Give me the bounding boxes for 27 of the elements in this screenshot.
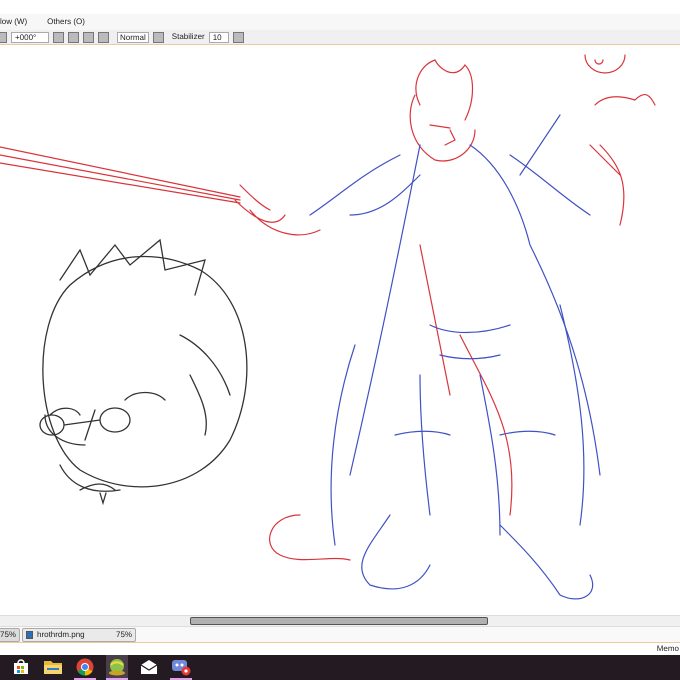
folder-icon <box>44 659 62 674</box>
tab-filename: hrothrdm.png <box>37 628 85 640</box>
stabilizer-field[interactable]: 10 <box>208 32 229 42</box>
stabilizer-button[interactable] <box>232 32 244 42</box>
menu-item[interactable]: Others (O) <box>47 16 85 28</box>
blend-mode-field[interactable]: Normal <box>117 32 149 42</box>
browser-icon <box>76 658 94 676</box>
image-file-icon <box>26 630 34 638</box>
tab-zoom: 75% <box>0 628 16 640</box>
scrollbar-thumb[interactable] <box>190 617 488 625</box>
status-text: Memo <box>656 643 679 655</box>
menu-item[interactable]: low (W) <box>0 16 28 28</box>
taskbar-app-button[interactable] <box>106 655 128 680</box>
shopping-bag-icon <box>13 658 29 674</box>
stabilizer-label: Stabilizer <box>172 31 205 43</box>
document-tab[interactable]: 75% <box>0 628 20 642</box>
horizontal-scrollbar[interactable] <box>0 615 680 627</box>
angle-field[interactable]: +000° <box>11 32 49 42</box>
tab-zoom: 75% <box>116 628 132 640</box>
reset-button[interactable] <box>98 32 109 42</box>
document-tab[interactable]: hrothrdm.png 75% <box>22 628 136 642</box>
rotate-right-button[interactable] <box>83 32 94 42</box>
rotate-left-button[interactable] <box>68 32 79 42</box>
dropdown-button[interactable] <box>53 32 64 42</box>
envelope-icon <box>140 660 158 674</box>
paint-app-icon <box>107 658 127 676</box>
blend-mode-button[interactable] <box>152 32 164 42</box>
